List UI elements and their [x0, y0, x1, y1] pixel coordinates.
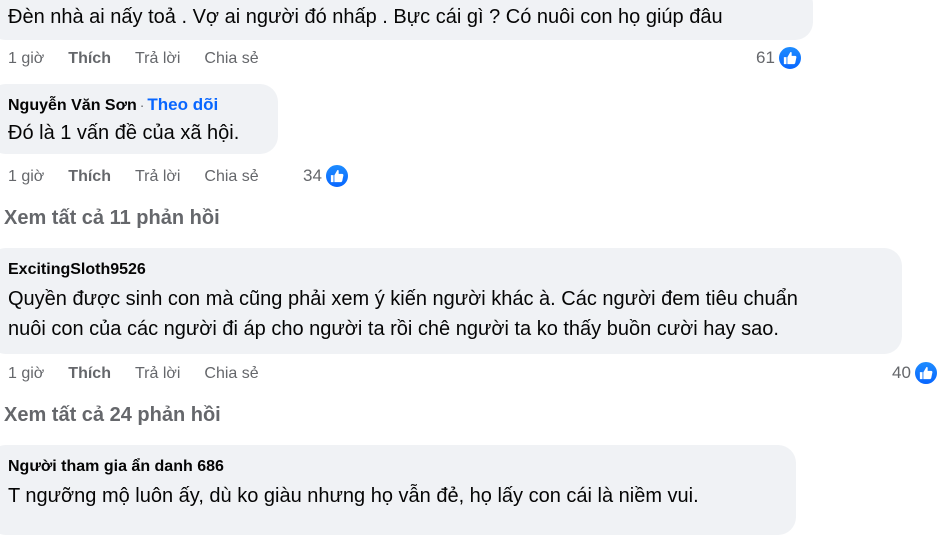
reaction-summary[interactable]: 40: [892, 360, 939, 386]
reaction-count: 34: [303, 166, 322, 185]
share-button[interactable]: Chia sẻ: [204, 365, 258, 383]
comment-text-line: nuôi con của các người đi áp cho người t…: [8, 318, 779, 340]
view-all-replies-link[interactable]: Xem tất cả 11 phản hồi: [4, 207, 220, 230]
like-button[interactable]: Thích: [68, 50, 111, 68]
comment-header: Nguyễn Văn Sơn · Theo dõi: [8, 95, 218, 115]
comment-text: T ngưỡng mộ luôn ấy, dù ko giàu nhưng họ…: [8, 485, 699, 507]
comment-time[interactable]: 1 giờ: [8, 365, 44, 383]
comment-author[interactable]: Người tham gia ẩn danh 686: [8, 458, 224, 476]
comment-actions: 1 giờ Thích Trả lời Chia sẻ: [8, 362, 283, 386]
thumbs-up-icon: [776, 45, 803, 71]
comment-actions: 1 giờ Thích Trả lời Chia sẻ: [8, 47, 283, 71]
comment-bubble: Nguyễn Văn Sơn · Theo dõi Đó là 1 vấn đề c…: [0, 84, 278, 154]
thumbs-up-icon: [323, 163, 350, 189]
reply-button[interactable]: Trả lời: [135, 50, 180, 68]
reaction-summary[interactable]: 61: [756, 45, 803, 71]
reaction-summary[interactable]: 34: [303, 163, 350, 189]
like-button[interactable]: Thích: [68, 365, 111, 383]
like-button[interactable]: Thích: [68, 168, 111, 186]
comment-author[interactable]: Nguyễn Văn Sơn: [8, 97, 137, 114]
reply-button[interactable]: Trả lời: [135, 168, 180, 186]
reaction-count: 61: [756, 48, 775, 67]
view-all-replies-link[interactable]: Xem tất cả 24 phản hồi: [4, 404, 221, 427]
comment-text-line: Quyền được sinh con mà cũng phải xem ý k…: [8, 288, 798, 310]
comment-bubble: Đèn nhà ai nấy toả . Vợ ai người đó nhấp…: [0, 0, 813, 40]
comment-time[interactable]: 1 giờ: [8, 168, 44, 186]
comment-actions: 1 giờ Thích Trả lời Chia sẻ: [8, 165, 283, 189]
follow-button[interactable]: Theo dõi: [147, 95, 218, 114]
separator-dot: ·: [139, 97, 145, 113]
reaction-count: 40: [892, 363, 911, 382]
reply-button[interactable]: Trả lời: [135, 365, 180, 383]
comment-time[interactable]: 1 giờ: [8, 50, 44, 68]
thumbs-up-icon: [912, 360, 939, 386]
share-button[interactable]: Chia sẻ: [204, 50, 258, 68]
share-button[interactable]: Chia sẻ: [204, 168, 258, 186]
comment-text: Đó là 1 vấn đề của xã hội.: [8, 122, 240, 144]
comment-text: Đèn nhà ai nấy toả . Vợ ai người đó nhấp…: [8, 6, 723, 28]
comment-author[interactable]: ExcitingSloth9526: [8, 261, 146, 279]
comment-bubble: Người tham gia ẩn danh 686 T ngưỡng mộ l…: [0, 445, 796, 535]
comment-bubble: ExcitingSloth9526 Quyền được sinh con mà…: [0, 248, 902, 354]
